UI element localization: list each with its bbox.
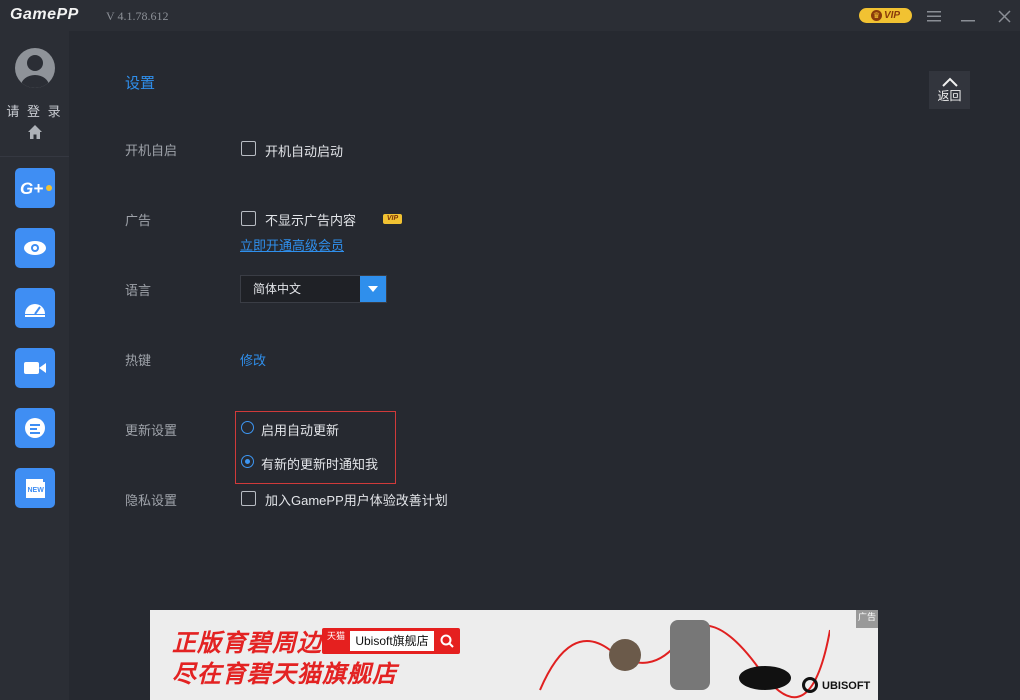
vip-badge[interactable]: ♛ VIP <box>859 8 912 23</box>
banner-subheadline: 尽在育碧天猫旗舰店 <box>172 661 397 688</box>
video-camera-icon <box>24 362 46 374</box>
hotkey-modify-link[interactable]: 修改 <box>240 350 266 369</box>
user-icon <box>21 55 49 88</box>
autostart-label: 开机自启 <box>125 143 178 158</box>
settings-panel: 设置 返回 开机自启 开机自动启动 广告 不显示广告内容 VIP 立即开通高级会… <box>70 31 1020 700</box>
title-bar: GamePP V 4.1.78.612 ♛ VIP <box>0 0 1020 31</box>
radio-selected-dot <box>245 459 250 464</box>
crown-icon: ♛ <box>870 10 882 21</box>
back-button[interactable]: 返回 <box>929 71 970 109</box>
app-logo: GamePP <box>10 6 79 23</box>
hide-ads-checkbox[interactable] <box>241 211 256 226</box>
search-icon <box>437 631 457 651</box>
svg-text:NEW: NEW <box>28 487 45 494</box>
notify-update-option[interactable]: 有新的更新时通知我 <box>261 454 378 473</box>
ad-corner-tag[interactable]: 广告 <box>856 610 878 628</box>
minimize-icon <box>961 20 975 22</box>
upgrade-vip-link[interactable]: 立即开通高级会员 <box>240 235 344 254</box>
sidebar: 请 登 录 G+ NEW <box>0 31 69 700</box>
vip-badge-label: VIP <box>883 10 901 21</box>
back-button-label: 返回 <box>937 89 962 103</box>
chevron-up-icon <box>941 77 958 87</box>
svg-text:G+: G+ <box>20 179 43 198</box>
ubisoft-brand: UBISOFT <box>822 680 871 692</box>
auto-update-option[interactable]: 启用自动更新 <box>261 420 339 439</box>
nav-gplus[interactable]: G+ <box>15 168 55 208</box>
autostart-checkbox[interactable] <box>241 141 256 156</box>
tmall-store-name: Ubisoft旗舰店 <box>350 631 434 651</box>
gplus-icon: G+ <box>20 179 52 198</box>
eye-icon <box>24 241 46 255</box>
tmall-store-tag: 天猫 Ubisoft旗舰店 <box>322 628 460 654</box>
minimize-button[interactable] <box>958 6 978 26</box>
ubisoft-logo-icon <box>802 677 818 693</box>
privacy-checkbox[interactable] <box>241 491 256 506</box>
dropdown-button[interactable] <box>360 276 386 302</box>
nav-news[interactable]: NEW <box>15 468 55 508</box>
privacy-label: 隐私设置 <box>125 493 178 508</box>
nav-recording[interactable] <box>15 348 55 388</box>
hide-ads-option[interactable]: 不显示广告内容 <box>265 210 356 229</box>
news-icon: NEW <box>26 479 45 498</box>
menu-button[interactable] <box>924 6 944 26</box>
language-value: 简体中文 <box>253 282 302 296</box>
close-button[interactable] <box>994 6 1014 26</box>
update-label: 更新设置 <box>125 423 178 438</box>
hotkey-label: 热键 <box>125 353 152 368</box>
page-title: 设置 <box>125 75 156 92</box>
ad-banner[interactable]: 正版育碧周边 尽在育碧天猫旗舰店 天猫 Ubisoft旗舰店 UBISOFT 广… <box>150 610 878 700</box>
menu-icon <box>927 11 941 22</box>
login-link[interactable]: 请 登 录 <box>0 101 69 120</box>
autostart-option[interactable]: 开机自动启动 <box>265 141 343 160</box>
nav-monitor[interactable] <box>15 228 55 268</box>
language-select[interactable]: 简体中文 <box>240 275 387 303</box>
notify-update-radio[interactable] <box>241 455 254 468</box>
tmall-logo: 天猫 <box>326 631 345 641</box>
language-label: 语言 <box>125 283 152 298</box>
banner-decoration <box>539 620 830 699</box>
avatar[interactable] <box>15 48 55 88</box>
ads-label: 广告 <box>125 213 152 228</box>
chat-icon <box>25 418 45 438</box>
privacy-option[interactable]: 加入GamePP用户体验改善计划 <box>265 490 448 509</box>
nav-performance[interactable] <box>15 288 55 328</box>
close-icon <box>997 9 1011 23</box>
caret-down-icon <box>368 286 378 292</box>
home-icon[interactable] <box>27 124 43 140</box>
auto-update-radio[interactable] <box>241 421 254 434</box>
dashboard-icon <box>25 304 45 317</box>
banner-headline: 正版育碧周边 <box>172 630 322 657</box>
app-version: V 4.1.78.612 <box>106 9 169 23</box>
vip-tag: VIP <box>383 214 402 224</box>
nav-chat[interactable] <box>15 408 55 448</box>
sidebar-divider <box>0 156 69 157</box>
